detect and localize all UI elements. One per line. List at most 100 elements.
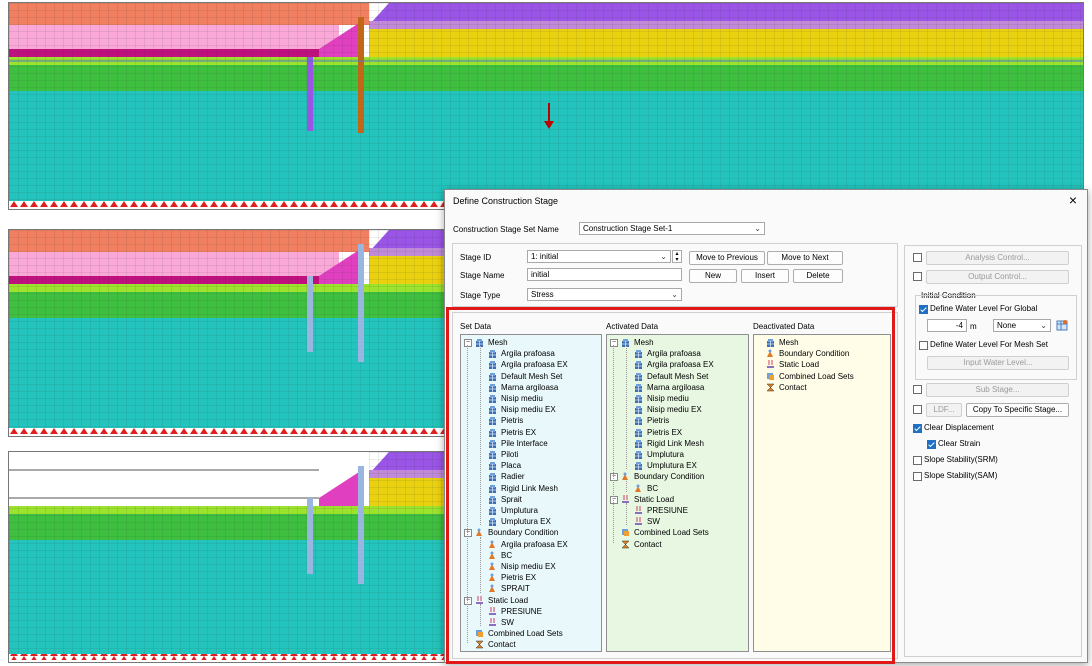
bc-icon — [634, 484, 643, 493]
tree-item-label: SPRAIT — [501, 584, 530, 594]
insert-button[interactable]: Insert — [741, 269, 789, 283]
function-table-icon[interactable] — [1056, 319, 1068, 331]
move-previous-button[interactable]: Move to Previous — [689, 251, 765, 265]
stage-name-label: Stage Name — [460, 271, 505, 280]
collapse-icon[interactable]: − — [464, 339, 472, 347]
collapse-icon[interactable]: − — [610, 473, 618, 482]
tree-item-label: Rigid Link Mesh — [647, 438, 704, 448]
mesh-icon — [634, 428, 643, 437]
analysis-control-button[interactable]: Analysis Control... — [926, 251, 1069, 265]
close-icon[interactable]: × — [1065, 192, 1081, 208]
output-control-checkbox[interactable] — [913, 272, 922, 281]
set-name-combo[interactable]: Construction Stage Set-1 ⌄ — [579, 222, 765, 235]
stage-type-combo[interactable]: Stress ⌄ — [527, 288, 682, 301]
tree-item-label: Boundary Condition — [779, 349, 850, 359]
sub-stage-checkbox[interactable] — [913, 385, 922, 394]
copy-stage-button[interactable]: Copy To Specific Stage... — [966, 403, 1069, 417]
tree-item-label: Argila prafoasa EX — [647, 360, 714, 370]
mesh-icon — [634, 349, 643, 359]
activated-data-tree[interactable]: − Mesh Argila prafoasa Argila prafoasa EX De… — [606, 334, 749, 652]
tree-item-label: Piloti — [501, 450, 519, 459]
mesh-icon — [488, 450, 497, 459]
tree-item-label: Contact — [779, 382, 807, 392]
move-next-button[interactable]: Move to Next — [767, 251, 843, 265]
load-icon — [634, 517, 643, 526]
analysis-control-checkbox[interactable] — [913, 253, 922, 262]
tree-item-label: Nisip mediu EX — [501, 405, 556, 415]
tree-item-label: Argila prafoasa — [501, 349, 555, 359]
clear-strain-checkbox[interactable] — [927, 440, 936, 449]
combined-icon — [621, 528, 630, 537]
deactivated-data-tree[interactable]: Mesh Boundary Condition Static Load Combine… — [753, 334, 891, 652]
clear-displacement-label: Clear Displacement — [924, 423, 994, 432]
mesh-icon — [634, 405, 643, 415]
define-water-global-checkbox[interactable] — [919, 305, 928, 314]
tree-item-label: Nisip mediu — [501, 394, 543, 403]
tree-item-label: Pietris EX — [501, 573, 537, 583]
tree-guide-line — [626, 480, 627, 492]
collapse-icon[interactable]: − — [464, 529, 472, 538]
mesh-icon — [488, 428, 497, 437]
mesh-icon — [634, 394, 643, 403]
mesh-icon — [634, 416, 643, 426]
tree-item-label: Sprait — [501, 494, 522, 504]
new-button[interactable]: New — [689, 269, 737, 283]
input-water-level-button[interactable]: Input Water Level... — [927, 356, 1069, 370]
set-data-tree[interactable]: − Mesh Argila prafoasa Argila prafoasa EX De… — [460, 334, 602, 652]
clear-displacement-checkbox[interactable] — [913, 424, 922, 433]
water-function-combo[interactable]: None ⌄ — [993, 319, 1051, 332]
mesh-icon — [634, 461, 643, 471]
collapse-icon[interactable]: − — [464, 596, 472, 605]
tree-guide-line — [480, 603, 481, 627]
tree-guide-line — [480, 346, 481, 526]
bc-icon — [488, 573, 497, 582]
sub-stage-button[interactable]: Sub Stage... — [926, 383, 1069, 397]
tree-item-label: Pietris — [647, 416, 670, 426]
set-name-label: Construction Stage Set Name — [453, 225, 559, 234]
contact-icon — [475, 640, 484, 649]
tree-item-label: Umplutura EX — [647, 461, 697, 471]
mesh-icon — [488, 394, 497, 403]
ldf-checkbox[interactable] — [913, 405, 922, 414]
mesh-icon — [488, 472, 497, 482]
tree-item-label: Combined Load Sets — [488, 629, 563, 639]
stage-id-value: 1: initial — [531, 252, 559, 261]
tree-item-label: Marna argiloasa — [501, 382, 559, 392]
chevron-down-icon: ⌄ — [754, 224, 761, 233]
ldf-button[interactable]: LDF... — [926, 403, 962, 417]
tree-item-label: Argila prafoasa — [647, 349, 701, 359]
tree-item-label: Static Load — [779, 360, 820, 370]
mesh-icon — [766, 338, 775, 347]
tree-item-label: Static Load — [634, 494, 675, 504]
slope-sam-checkbox[interactable] — [913, 472, 922, 481]
delete-button[interactable]: Delete — [793, 269, 843, 283]
tree-item-label: Default Mesh Set — [647, 371, 709, 381]
set-data-title: Set Data — [460, 322, 492, 331]
mesh-icon — [634, 360, 643, 370]
slope-srm-checkbox[interactable] — [913, 456, 922, 465]
stage-id-combo[interactable]: 1: initial ⌄ — [527, 250, 671, 263]
combined-icon — [766, 372, 775, 381]
clear-strain-label: Clear Strain — [938, 439, 981, 448]
tree-item-label: Umplutura — [647, 450, 684, 459]
output-control-button[interactable]: Output Control... — [926, 270, 1069, 284]
tree-guide-line — [626, 503, 627, 526]
collapse-icon[interactable]: − — [610, 339, 618, 347]
define-water-mesh-checkbox[interactable] — [919, 341, 928, 350]
tree-guide-line — [467, 345, 468, 644]
model-view-1[interactable] — [8, 2, 1084, 210]
activated-data-title: Activated Data — [606, 322, 659, 331]
define-water-global-label: Define Water Level For Global — [930, 304, 1038, 313]
water-unit-label: m — [970, 322, 977, 331]
water-level-input[interactable]: -4 — [927, 319, 967, 332]
collapse-icon[interactable]: − — [610, 495, 618, 504]
mesh-icon — [488, 439, 497, 448]
mesh-icon — [488, 349, 497, 359]
tree-item-label: Combined Load Sets — [779, 371, 854, 381]
deactivated-data-title: Deactivated Data — [753, 322, 815, 331]
stage-id-spinner[interactable]: ▴ ▾ — [672, 250, 682, 263]
stage-name-input[interactable]: initial — [527, 268, 682, 281]
water-level-value: -4 — [955, 321, 963, 330]
tree-item-label: Combined Load Sets — [634, 528, 709, 538]
tree-item-label: Radier — [501, 472, 525, 482]
